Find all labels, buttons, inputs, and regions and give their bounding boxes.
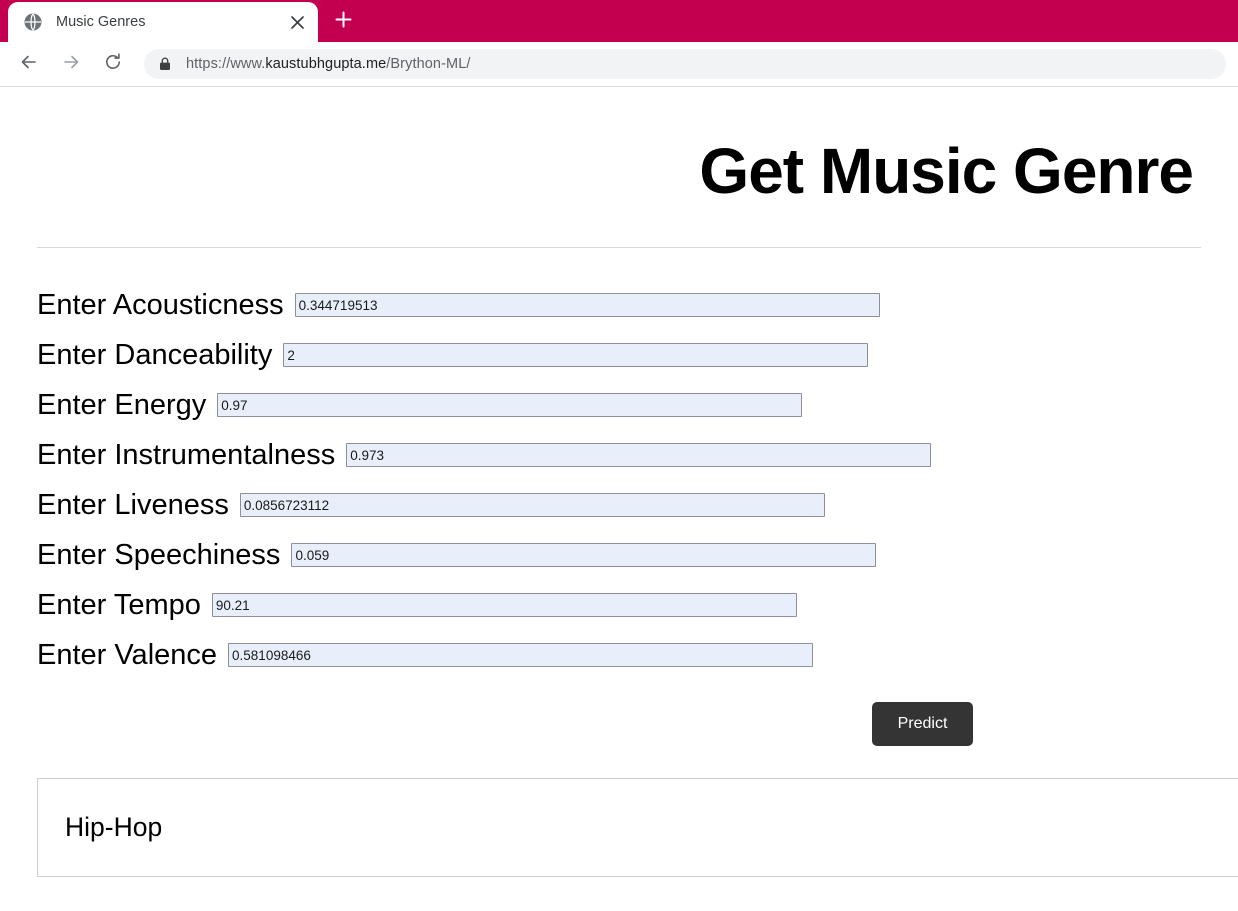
arrow-left-icon xyxy=(19,52,39,77)
input-speechiness[interactable] xyxy=(291,543,876,567)
reload-button[interactable] xyxy=(96,47,130,81)
address-bar[interactable]: https://www.kaustubhgupta.me/Brython-ML/ xyxy=(144,49,1226,79)
arrow-right-icon xyxy=(61,52,81,77)
page-content: Get Music Genre Enter AcousticnessEnter … xyxy=(0,87,1238,911)
label-tempo: Enter Tempo xyxy=(37,591,201,620)
input-danceability[interactable] xyxy=(283,343,868,367)
globe-icon xyxy=(24,13,42,31)
form-row-speechiness: Enter Speechiness xyxy=(37,530,1201,580)
input-acousticness[interactable] xyxy=(295,293,880,317)
prediction-form: Enter Acousticness Enter Danceability Ente… xyxy=(37,248,1201,680)
content-container: Get Music Genre Enter AcousticnessEnter … xyxy=(37,87,1201,877)
url-scheme: https://www. xyxy=(186,56,265,72)
input-tempo[interactable] xyxy=(212,593,797,617)
form-row-tempo: Enter Tempo xyxy=(37,580,1201,630)
label-speechiness: Enter Speechiness xyxy=(37,541,280,570)
lock-icon xyxy=(158,56,172,72)
form-row-danceability: Enter Danceability xyxy=(37,330,1201,380)
url-text: https://www.kaustubhgupta.me/Brython-ML/ xyxy=(186,56,470,72)
label-energy: Enter Energy xyxy=(37,391,206,420)
prediction-result-card: Hip-Hop xyxy=(37,778,1238,877)
label-danceability: Enter Danceability xyxy=(37,341,272,370)
form-row-acousticness: Enter Acousticness xyxy=(37,280,1201,330)
reload-icon xyxy=(103,52,123,77)
browser-tab[interactable]: Music Genres xyxy=(8,2,318,42)
form-row-valence: Enter Valence xyxy=(37,630,1201,680)
label-instrumentalness: Enter Instrumentalness xyxy=(37,441,335,470)
tab-title: Music Genres xyxy=(56,14,284,30)
page-title: Get Music Genre xyxy=(37,87,1201,203)
browser-toolbar: https://www.kaustubhgupta.me/Brython-ML/ xyxy=(0,42,1238,87)
input-liveness[interactable] xyxy=(240,493,825,517)
back-button[interactable] xyxy=(12,47,46,81)
input-instrumentalness[interactable] xyxy=(346,443,931,467)
predict-button[interactable]: Predict xyxy=(872,702,973,746)
url-host: kaustubhgupta.me xyxy=(265,56,386,72)
tab-strip: Music Genres xyxy=(0,0,1238,42)
input-valence[interactable] xyxy=(228,643,813,667)
browser-chrome: Music Genres xyxy=(0,0,1238,87)
close-icon[interactable] xyxy=(284,9,310,35)
forward-button[interactable] xyxy=(54,47,88,81)
input-energy[interactable] xyxy=(217,393,802,417)
label-valence: Enter Valence xyxy=(37,641,217,670)
form-row-instrumentalness: Enter Instrumentalness xyxy=(37,430,1201,480)
url-path: /Brython-ML/ xyxy=(386,56,470,72)
plus-icon xyxy=(335,11,352,33)
prediction-result-text: Hip-Hop xyxy=(38,812,162,843)
new-tab-button[interactable] xyxy=(326,5,360,39)
button-row: Predict xyxy=(37,680,1201,746)
label-acousticness: Enter Acousticness xyxy=(37,291,284,320)
form-row-energy: Enter Energy xyxy=(37,380,1201,430)
form-row-liveness: Enter Liveness xyxy=(37,480,1201,530)
label-liveness: Enter Liveness xyxy=(37,491,229,520)
